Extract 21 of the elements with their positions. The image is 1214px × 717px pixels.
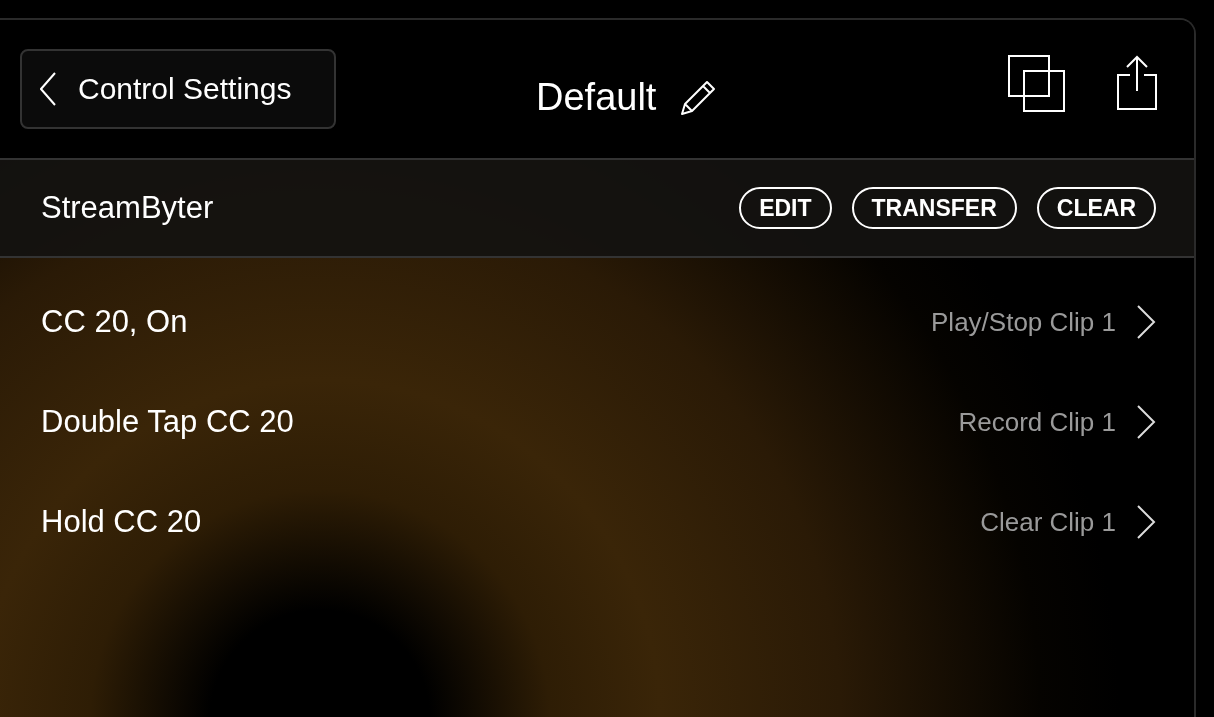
row-label: CC 20, On [41, 304, 188, 340]
back-button[interactable]: Control Settings [20, 49, 336, 129]
section-title: StreamByter [41, 190, 214, 226]
chevron-left-icon [40, 72, 56, 106]
row-label: Double Tap CC 20 [41, 404, 294, 440]
row-value: Play/Stop Clip 1 [931, 306, 1116, 338]
preset-title: Default [536, 76, 657, 119]
row-label: Hold CC 20 [41, 504, 202, 540]
mapping-row[interactable]: CC 20, On Play/Stop Clip 1 [0, 272, 1194, 372]
chevron-right-icon [1136, 404, 1156, 440]
chevron-right-icon [1136, 504, 1156, 540]
mapping-row[interactable]: Double Tap CC 20 Record Clip 1 [0, 372, 1194, 472]
mapping-row[interactable]: Hold CC 20 Clear Clip 1 [0, 472, 1194, 572]
section-button[interactable]: CLEAR [1036, 187, 1156, 229]
section-button[interactable]: TRANSFER [851, 187, 1017, 229]
row-value: Clear Clip 1 [980, 506, 1116, 538]
section-button[interactable]: EDIT [739, 187, 832, 229]
row-value: Record Clip 1 [958, 406, 1116, 438]
share-icon[interactable] [1116, 55, 1158, 111]
chevron-right-icon [1136, 304, 1156, 340]
duplicate-icon[interactable] [1008, 55, 1066, 113]
